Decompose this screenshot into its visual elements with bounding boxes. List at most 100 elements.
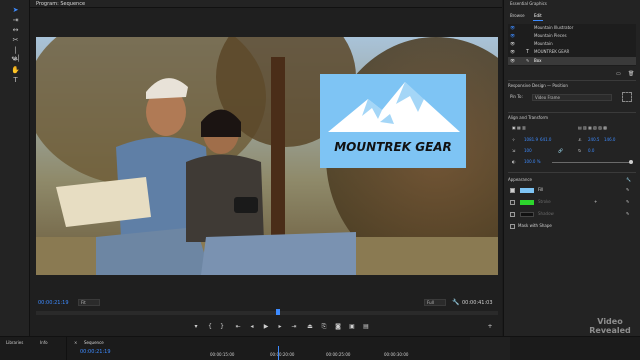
comparison-view-icon[interactable]: ▣: [348, 323, 356, 331]
layer-item[interactable]: Mountain: [534, 40, 553, 48]
tab-browse[interactable]: Browse: [510, 12, 525, 20]
extract-icon[interactable]: ⎘: [320, 323, 328, 331]
divider: [508, 80, 636, 81]
rotation-value[interactable]: 0.0: [588, 147, 594, 155]
layer-item[interactable]: MOUNTREK GEAR: [534, 48, 569, 56]
divider: [508, 172, 636, 173]
playhead[interactable]: [276, 309, 280, 315]
scale-value[interactable]: 100: [524, 147, 532, 155]
button-editor-icon[interactable]: ▤: [362, 323, 370, 331]
layer-eye-icon[interactable]: 👁: [510, 48, 515, 56]
slip-icon[interactable]: |↔|: [11, 46, 20, 62]
new-layer-icon[interactable]: ▭: [616, 70, 621, 78]
lock-icon[interactable]: 🔗: [558, 147, 563, 155]
shadow-swatch[interactable]: [520, 212, 534, 217]
current-timecode[interactable]: 00:00:21:19: [38, 300, 69, 306]
ruler-tick: 00:00:30:00: [384, 352, 409, 357]
program-monitor-title: Program: Sequence: [36, 1, 86, 7]
layer-eye-icon[interactable]: 👁: [510, 57, 515, 65]
watermark-line2: Revealed: [589, 326, 631, 335]
opacity-value[interactable]: 100.0 %: [524, 158, 541, 166]
stroke-checkbox[interactable]: [510, 200, 515, 205]
stroke-swatch[interactable]: [520, 200, 534, 205]
logo-box[interactable]: MOUNTREK GEAR: [320, 74, 466, 168]
eg-title: Essential Graphics: [510, 1, 547, 6]
shadow-checkbox[interactable]: [510, 212, 515, 217]
opacity-slider-thumb[interactable]: [629, 160, 633, 164]
appearance-settings-icon[interactable]: 🔧: [626, 176, 631, 184]
pin-to-label: Pin To:: [510, 94, 523, 99]
shape-layer-icon: ✎: [526, 58, 530, 63]
scale-icon: ⇲: [512, 148, 516, 153]
type-tool-icon[interactable]: T: [11, 76, 20, 84]
position-icon: ⊹: [512, 137, 516, 142]
add-button-icon[interactable]: +: [486, 323, 494, 331]
selection-tool-icon[interactable]: ➤: [11, 6, 20, 14]
info-tab[interactable]: Info: [40, 339, 48, 347]
responsive-design-title: Responsive Design — Position: [508, 83, 568, 88]
program-monitor-tab[interactable]: Program: Sequence: [30, 0, 502, 8]
mask-checkbox[interactable]: [510, 224, 515, 229]
track-select-icon[interactable]: ⇥: [11, 16, 20, 24]
tab-edit-underline: [533, 20, 543, 21]
wrench-icon[interactable]: 🔧: [452, 299, 459, 306]
pin-widget[interactable]: [622, 92, 632, 102]
essential-graphics-panel: Essential Graphics Browse Edit 👁 Mountai…: [503, 0, 640, 336]
layer-eye-icon[interactable]: 👁: [510, 40, 515, 48]
mark-out-icon[interactable]: }: [218, 323, 226, 331]
play-icon[interactable]: ▶: [262, 323, 270, 331]
quality-dropdown[interactable]: Full: [424, 299, 446, 306]
libraries-tab[interactable]: Libraries: [6, 339, 23, 347]
mask-label: Mask with Shape: [518, 223, 552, 228]
tab-edit[interactable]: Edit: [534, 12, 542, 20]
pen-icon[interactable]: ✒: [11, 56, 20, 64]
align-icons-right[interactable]: ▤ ▥ ▦ ▧ ▨ ▩: [578, 124, 607, 132]
fill-label: Fill: [538, 187, 544, 192]
position-y[interactable]: 641.0: [540, 136, 551, 144]
mark-in-icon[interactable]: {: [206, 323, 214, 331]
layer-eye-icon[interactable]: 👁: [510, 32, 515, 40]
layer-eye-icon[interactable]: 👁: [510, 24, 515, 32]
timeline-playhead[interactable]: [278, 346, 279, 360]
ruler-tick: 00:00:20:00: [270, 352, 295, 357]
razor-icon[interactable]: ✂: [11, 36, 20, 44]
ripple-edit-icon[interactable]: ↔: [11, 26, 20, 34]
layer-item[interactable]: Mountain Pieces: [534, 32, 567, 40]
appearance-title: Appearance: [508, 177, 533, 182]
bottom-panels: Libraries Info × Sequence 00:00:21:19 00…: [0, 317, 640, 360]
fit-value: Fit: [81, 300, 86, 305]
opacity-slider[interactable]: [552, 162, 632, 163]
export-frame-icon[interactable]: ◙: [334, 323, 342, 331]
sequence-tab[interactable]: Sequence: [84, 339, 104, 347]
align-icons-left[interactable]: ▣ ▦ ▥: [512, 124, 526, 132]
fill-swatch[interactable]: [520, 188, 534, 193]
pin-to-dropdown[interactable]: Video Frame: [532, 94, 612, 101]
logo-text: MOUNTREK GEAR: [334, 140, 452, 154]
ruler-tick: 00:00:25:00: [326, 352, 351, 357]
add-marker-icon[interactable]: ▾: [192, 323, 200, 331]
sequence-timecode[interactable]: 00:00:21:19: [80, 348, 111, 356]
add-stroke-icon[interactable]: +: [594, 198, 597, 206]
anchor-x[interactable]: 240.5: [588, 136, 599, 144]
fill-checkbox[interactable]: [510, 188, 515, 193]
go-to-in-icon[interactable]: ⇤: [234, 323, 242, 331]
step-forward-icon[interactable]: ▸: [276, 323, 284, 331]
monitor-scrubber[interactable]: [36, 311, 498, 315]
layer-item[interactable]: Mountain Illustrator: [534, 24, 573, 32]
delete-layer-icon[interactable]: 🗑: [628, 70, 634, 78]
position-x[interactable]: 1081.9: [524, 136, 538, 144]
close-tab-icon[interactable]: ×: [74, 339, 77, 347]
fit-dropdown[interactable]: Fit: [78, 299, 100, 306]
shadow-eyedropper-icon[interactable]: ✎: [626, 210, 629, 218]
layer-item-selected[interactable]: Box: [534, 57, 541, 65]
divider: [508, 112, 636, 113]
lift-icon[interactable]: ⏏: [306, 323, 314, 331]
fill-eyedropper-icon[interactable]: ✎: [626, 186, 629, 194]
go-to-out-icon[interactable]: ⇥: [290, 323, 298, 331]
stroke-eyedropper-icon[interactable]: ✎: [626, 198, 629, 206]
step-back-icon[interactable]: ◂: [248, 323, 256, 331]
quality-value: Full: [427, 300, 434, 305]
anchor-y[interactable]: 146.0: [604, 136, 615, 144]
hand-icon[interactable]: ✋: [11, 66, 20, 74]
watermark: Video Revealed: [588, 317, 632, 335]
